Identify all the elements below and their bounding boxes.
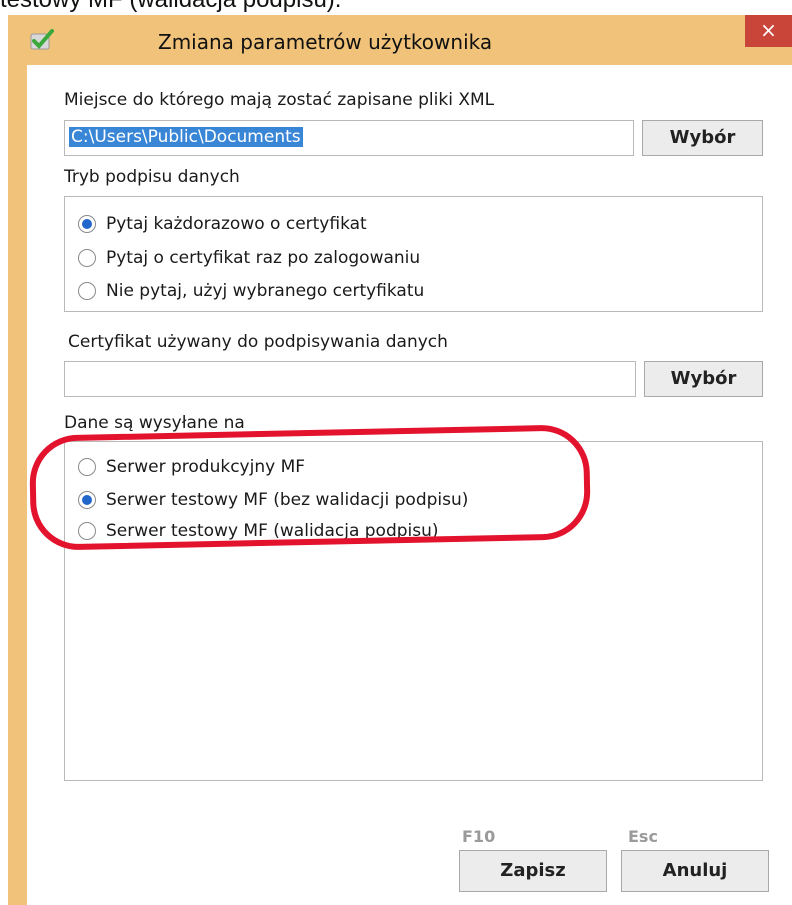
sign-mode-group: Pytaj każdorazowo o certyfikat Pytaj o c… [64, 196, 763, 312]
save-hotkey: F10 [462, 827, 496, 846]
radio-button[interactable] [78, 282, 96, 300]
certificate-browse-button[interactable]: Wybór [644, 361, 763, 397]
server-label: Dane są wysyłane na [64, 413, 245, 433]
sign-mode-option-each-time[interactable]: Pytaj każdorazowo o certyfikat [78, 211, 367, 237]
close-icon: × [760, 18, 777, 42]
radio-button[interactable] [78, 249, 96, 267]
close-button[interactable]: × [745, 15, 792, 47]
cancel-button[interactable]: Anuluj [621, 850, 769, 892]
dialog-client-area: Miejsce do którego mają zostać zapisane … [27, 65, 792, 905]
dialog-window: Zmiana parametrów użytkownika × Miejsce … [8, 15, 792, 905]
xml-path-label: Miejsce do którego mają zostać zapisane … [64, 90, 495, 110]
radio-button[interactable] [78, 458, 96, 476]
save-button[interactable]: Zapisz [459, 850, 607, 892]
server-option-production[interactable]: Serwer produkcyjny MF [78, 454, 305, 480]
radio-button[interactable] [78, 491, 96, 509]
xml-path-value: C:\Users\Public\Documents [69, 127, 303, 147]
certificate-label: Certyfikat używany do podpisywania danyc… [68, 332, 448, 352]
sign-mode-option-once[interactable]: Pytaj o certyfikat raz po zalogowaniu [78, 245, 420, 271]
annotation-caption: testowy MF (walidacja podpisu). [0, 0, 341, 16]
radio-label: Pytaj każdorazowo o certyfikat [106, 214, 367, 234]
radio-button[interactable] [78, 215, 96, 233]
certificate-input[interactable] [64, 361, 636, 397]
radio-label: Serwer produkcyjny MF [106, 457, 306, 477]
window-title: Zmiana parametrów użytkownika [158, 30, 493, 54]
xml-path-input[interactable]: C:\Users\Public\Documents [64, 120, 634, 156]
title-bar[interactable]: Zmiana parametrów użytkownika × [8, 15, 792, 65]
cancel-hotkey: Esc [628, 827, 658, 846]
server-option-test-no-validation[interactable]: Serwer testowy MF (bez walidacji podpisu… [78, 487, 468, 513]
sign-mode-label: Tryb podpisu danych [64, 167, 240, 187]
radio-button[interactable] [78, 522, 96, 540]
radio-label: Nie pytaj, użyj wybranego certyfikatu [106, 281, 425, 301]
checkmark-pencil-icon [28, 25, 58, 55]
radio-label: Serwer testowy MF (bez walidacji podpisu… [106, 490, 469, 510]
radio-label: Serwer testowy MF (walidacja podpisu) [106, 521, 439, 541]
radio-checked-dot [82, 495, 92, 505]
server-group: Serwer produkcyjny MF Serwer testowy MF … [64, 441, 763, 781]
server-option-test-validation[interactable]: Serwer testowy MF (walidacja podpisu) [78, 518, 439, 544]
xml-path-browse-button[interactable]: Wybór [642, 120, 763, 156]
sign-mode-option-never[interactable]: Nie pytaj, użyj wybranego certyfikatu [78, 278, 424, 304]
radio-label: Pytaj o certyfikat raz po zalogowaniu [106, 248, 421, 268]
radio-checked-dot [82, 219, 92, 229]
